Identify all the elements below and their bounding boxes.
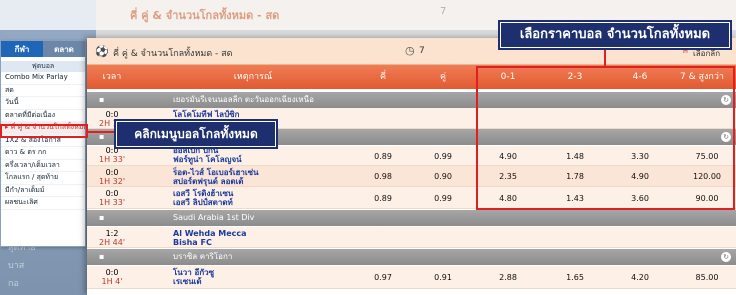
- even-price[interactable]: 0.99: [413, 194, 473, 203]
- away-team: ฟอร์ทูน่า โคโลญจน์: [173, 155, 242, 164]
- match-clock: 1H 32': [98, 177, 126, 186]
- match-teams: โลโคโมทีฟ ไลป์ซิก: [173, 110, 239, 119]
- odd-price[interactable]: 0.89: [353, 152, 413, 161]
- league-row: ▪ บราซิล คาริโอกา ↻: [87, 249, 736, 265]
- menu-item-continuous[interactable]: ตลาดที่มีต่อเนื่อง: [1, 110, 85, 122]
- menu-item-half-full-time[interactable]: ครึ่งเวลา/เต็มเวลา: [1, 160, 85, 172]
- odd-price[interactable]: 0.98: [353, 172, 413, 181]
- score: 1:2: [105, 229, 119, 238]
- match-clock: 1H 4': [101, 277, 123, 286]
- sports-menu: กีฬา ตลาด ฟุตบอล Combo Mix Parlay สด วัน…: [0, 40, 86, 247]
- match-row: 0:0 1H 4' โนวา อีกัวซู เรเซนเด้ 0.97 0.91 …: [87, 266, 736, 289]
- league-row: ▪ Saudi Arabia 1st Div: [87, 210, 736, 226]
- home-team: โนวา อีกัวซู: [173, 268, 215, 277]
- score: 0:0: [105, 189, 119, 198]
- highlight-menu-item: [0, 124, 88, 138]
- odd-price[interactable]: 0.97: [353, 273, 413, 282]
- match-teams: เอสวี โรดิงฮ้าเซน เอสวี ลิปป์สตาดท์: [173, 189, 233, 207]
- league-name: บราซิล คาริโอกา: [173, 252, 233, 261]
- goals-2-3-price[interactable]: 1.65: [545, 273, 605, 282]
- menu-item-first-last-goal[interactable]: โกลแรก / สุดท้าย: [1, 172, 85, 185]
- match-time: 0:0 1H 33': [87, 146, 137, 164]
- even-price[interactable]: 0.90: [413, 172, 473, 181]
- menu-section-football: ฟุตบอล: [1, 61, 85, 72]
- match-row: 1:2 2H 44' Al Wehda Mecca Bisha FC: [87, 227, 736, 248]
- league-name: เยอรมันรีเจนนอลลีก ตะวันออกเฉียงเหนือ: [173, 95, 314, 104]
- odd-price[interactable]: 0.89: [353, 194, 413, 203]
- callout-select-total-goals-odds: เลือกราคาบอล จำนวนโกลทั้งหมด: [498, 20, 732, 50]
- col-event: เหตุการณ์: [233, 72, 273, 82]
- match-time: 1:2 2H 44': [87, 229, 137, 247]
- home-team: โลโคโมทีฟ ไลป์ซิก: [173, 110, 240, 119]
- away-team: สปอร์ตฟรุนด์ ลอตเต้: [173, 177, 244, 186]
- collapse-icon[interactable]: ▪: [99, 210, 104, 226]
- match-teams: โนวา อีกัวซู เรเซนเด้: [173, 268, 214, 286]
- away-team: Bisha FC: [173, 238, 212, 247]
- callout-connector: [604, 46, 606, 66]
- menu-item-correct-score[interactable]: ดาว & ตร กก: [1, 147, 85, 160]
- highlight-total-goals-columns: [476, 66, 735, 210]
- background-count: 7: [440, 6, 447, 17]
- callout-click-total-goals-menu: คลิกเมนูบอลโกลทั้งหมด: [114, 119, 278, 149]
- col-time: เวลา: [102, 72, 122, 82]
- home-team: ออสเบ็ก ปีกิน: [173, 146, 219, 155]
- match-clock: 2H 44': [98, 238, 126, 247]
- match-time: 0:0 1H 33': [87, 189, 137, 207]
- goals-7-plus-price[interactable]: 85.00: [677, 273, 736, 282]
- tab-markets[interactable]: ตลาด: [43, 41, 85, 57]
- clock-icon: ◷: [405, 44, 415, 57]
- home-team: เอสวี โรดิงฮ้าเซน: [173, 189, 234, 198]
- match-time: 0:0 1H 4': [87, 268, 137, 286]
- callout-connector: [88, 131, 116, 133]
- score: 0:0: [105, 268, 119, 277]
- score: 0:0: [105, 110, 119, 119]
- home-team: ร็อต-ไวส์ โอเบอร์เฮาเซ่น: [173, 168, 259, 177]
- goals-0-1-price[interactable]: 2.88: [478, 273, 538, 282]
- match-teams: Al Wehda Mecca Bisha FC: [173, 229, 247, 247]
- background-menu-item: กอ: [8, 279, 19, 289]
- col-odd: คี่: [379, 72, 387, 82]
- soccer-ball-icon: ⚽: [95, 45, 109, 58]
- away-team: เรเซนเด้: [173, 277, 202, 286]
- collapse-icon[interactable]: ▪: [99, 249, 104, 265]
- league-name: Saudi Arabia 1st Div: [173, 213, 255, 222]
- background-menu-item: บาส: [8, 261, 25, 271]
- refresh-icon[interactable]: ↻: [721, 252, 731, 262]
- match-teams: ออสเบ็ก ปีกิน ฟอร์ทูน่า โคโลญจน์: [173, 146, 242, 164]
- menu-item-specials[interactable]: มีกำ/ลาเต็มม์: [1, 185, 85, 197]
- even-price[interactable]: 0.91: [413, 273, 473, 282]
- away-team: เอสวี ลิปป์สตาดท์: [173, 198, 233, 207]
- background-title: คี่ คู่ & จำนวนโกลทั้งหมด - สด: [130, 9, 280, 22]
- score: 0:0: [105, 146, 119, 155]
- menu-item-outright[interactable]: ผลชนะเลิศ: [1, 197, 85, 210]
- col-even: คู่: [439, 72, 447, 82]
- menu-item-today[interactable]: วันนี้: [1, 97, 85, 110]
- goals-4-6-price[interactable]: 4.20: [610, 273, 670, 282]
- home-team: Al Wehda Mecca: [173, 229, 247, 238]
- panel-title: คี่ คู่ & จำนวนโกลทั้งหมด - สด: [113, 49, 233, 59]
- match-clock: 1H 33': [98, 155, 126, 164]
- score: 0:0: [105, 168, 119, 177]
- menu-item-live[interactable]: สด: [1, 85, 85, 97]
- match-count: 7: [419, 46, 425, 56]
- match-clock: 1H 33': [98, 198, 126, 207]
- collapse-icon[interactable]: ▪: [99, 92, 104, 108]
- match-teams: ร็อต-ไวส์ โอเบอร์เฮาเซ่น สปอร์ตฟรุนด์ ลอต…: [173, 168, 259, 186]
- select-league-button[interactable]: เลือกลีก: [693, 47, 720, 60]
- menu-tabs: กีฬา ตลาด: [1, 41, 85, 57]
- menu-item-combo-parlay[interactable]: Combo Mix Parlay: [1, 72, 85, 85]
- match-time: 0:0 1H 32': [87, 168, 137, 186]
- tab-sports[interactable]: กีฬา: [1, 41, 43, 57]
- even-price[interactable]: 0.99: [413, 152, 473, 161]
